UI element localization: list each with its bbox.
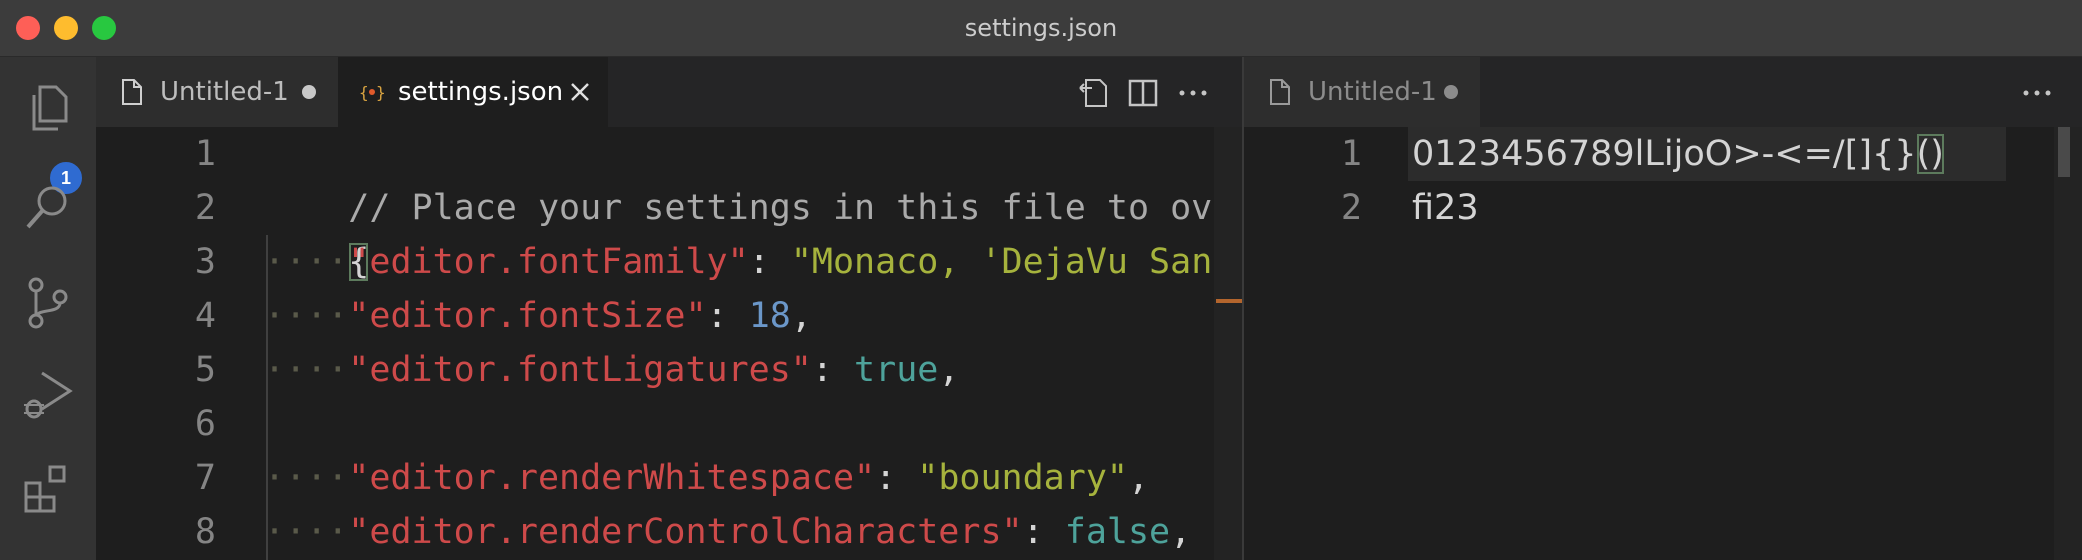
code-line-2: { xyxy=(264,181,369,282)
comma-token: , xyxy=(938,350,960,390)
more-actions-icon[interactable] xyxy=(1176,76,1210,110)
left-tab-bar: Untitled-1 { } settings.json xyxy=(96,57,1242,127)
tab-label: Untitled-1 xyxy=(160,77,289,107)
line-number: 1 xyxy=(1340,134,1362,174)
line-number: 7 xyxy=(194,458,216,498)
ligature-sample-text: fi23 xyxy=(1412,188,1479,228)
code-line-8: ····"editor.renderControlCharacters": fa… xyxy=(264,505,1191,559)
split-editor-icon[interactable] xyxy=(1126,76,1160,110)
code-line-5: ····"editor.fontLigatures": true, xyxy=(264,343,959,397)
overview-ruler[interactable] xyxy=(1214,127,1242,560)
string-token: "Monaco, 'DejaVu Sans Mono'" xyxy=(790,242,1234,282)
matched-paren-token: () xyxy=(1916,134,1944,174)
svg-text:{: { xyxy=(359,83,369,102)
overview-ruler-mark xyxy=(1216,299,1242,303)
code-line-4: ····"editor.fontSize": 18, xyxy=(264,289,812,343)
text-line-2: fi23 xyxy=(1412,181,1479,235)
colon-token: : xyxy=(1022,512,1065,552)
run-debug-icon xyxy=(24,371,73,419)
text-line-1: 0123456789lLijoO>-<=/[]{}() xyxy=(1412,127,1944,181)
comma-token: , xyxy=(1170,512,1192,552)
key-token: "editor.fontLigatures" xyxy=(348,350,812,390)
string-token: "boundary" xyxy=(917,458,1128,498)
line-number: 5 xyxy=(194,350,216,390)
tab-untitled-1[interactable]: Untitled-1 xyxy=(96,57,338,127)
key-token: "editor.fontSize" xyxy=(348,296,707,336)
key-token: "editor.renderControlCharacters" xyxy=(348,512,1023,552)
code-line-1: // Place your settings in this file to o… xyxy=(264,127,1242,228)
line-number: 2 xyxy=(1340,188,1362,228)
window-title: settings.json xyxy=(964,14,1118,42)
colon-token: : xyxy=(875,458,918,498)
comma-token: , xyxy=(790,296,812,336)
colon-token: : xyxy=(706,296,749,336)
boolean-token: true xyxy=(854,350,939,390)
source-control-icon xyxy=(28,277,68,329)
line-number: 2 xyxy=(194,188,216,228)
tab-label: Untitled-1 xyxy=(1308,77,1437,107)
comma-token: , xyxy=(1127,458,1150,498)
svg-text:}: } xyxy=(376,83,386,102)
title-bar: settings.json xyxy=(0,0,2082,57)
extensions-button[interactable] xyxy=(20,461,76,517)
json-icon: { } xyxy=(359,83,386,102)
run-debug-button[interactable] xyxy=(20,365,76,421)
colon-token: : xyxy=(748,242,791,282)
more-actions-icon[interactable] xyxy=(2020,76,2054,110)
unsaved-dot-icon[interactable] xyxy=(1444,85,1458,99)
vertical-scrollbar[interactable] xyxy=(2054,127,2082,560)
line-number: 3 xyxy=(194,242,216,282)
unsaved-dot-icon[interactable] xyxy=(302,85,316,99)
ligature-sample-text: 0123456789lLijoO>-<=/[]{} xyxy=(1412,134,1917,174)
file-icon xyxy=(1270,79,1290,105)
scrollbar-thumb[interactable] xyxy=(2058,127,2070,177)
code-line-3: ····"editor.fontFamily": "Monaco, 'DejaV… xyxy=(264,235,1242,289)
file-icon xyxy=(122,79,142,105)
key-token: "editor.renderWhitespace" xyxy=(348,458,876,498)
right-editor[interactable]: 1 2 0123456789lLijoO>-<=/[]{}() fi23 xyxy=(1244,127,2082,560)
key-token: "editor.fontFamily" xyxy=(348,242,749,282)
tab-untitled-1-right[interactable]: Untitled-1 xyxy=(1244,57,1480,127)
tab-settings-json[interactable]: { } settings.json xyxy=(338,57,608,127)
line-number: 4 xyxy=(194,296,216,336)
search-button[interactable] xyxy=(20,179,76,235)
boolean-token: false xyxy=(1064,512,1171,552)
whitespace-marker: ···· xyxy=(264,350,349,390)
line-number: 1 xyxy=(194,134,216,174)
whitespace-marker: ···· xyxy=(264,458,349,498)
files-icon xyxy=(32,85,68,131)
colon-token: : xyxy=(811,350,855,390)
activity-bar: 1 xyxy=(0,57,96,560)
left-editor[interactable]: 1 2 3 4 5 6 7 8 // Place your settings i… xyxy=(96,127,1242,560)
close-icon[interactable] xyxy=(566,78,594,106)
whitespace-marker: ···· xyxy=(264,296,349,336)
whitespace-marker: ···· xyxy=(264,242,349,282)
code-line-7: ····"editor.renderWhitespace": "boundary… xyxy=(264,451,1149,505)
tab-label: settings.json xyxy=(398,77,564,107)
open-changes-icon[interactable] xyxy=(1076,76,1110,110)
number-token: 18 xyxy=(748,296,791,336)
extensions-icon xyxy=(24,465,66,513)
line-number: 8 xyxy=(194,512,216,552)
search-icon xyxy=(26,186,67,229)
comment-token: // Place your settings in this file to o… xyxy=(348,188,1242,228)
right-tab-bar: Untitled-1 xyxy=(1244,57,2082,127)
source-control-button[interactable] xyxy=(20,275,76,331)
explorer-button[interactable] xyxy=(20,79,76,135)
line-number: 6 xyxy=(194,404,216,444)
whitespace-marker: ···· xyxy=(264,512,349,552)
